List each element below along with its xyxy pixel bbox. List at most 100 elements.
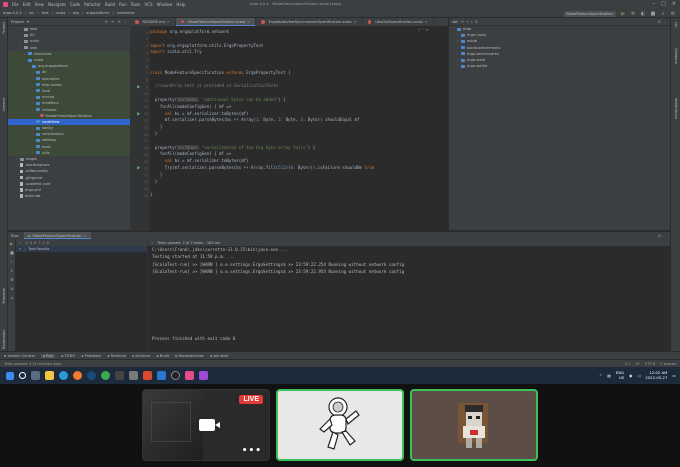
run-gutter-icon[interactable]: ▶ — [137, 85, 142, 90]
menu-item-code[interactable]: Code — [70, 2, 80, 7]
menu-item-tools[interactable]: Tools — [131, 2, 141, 7]
tool-window-button[interactable]: ▪ TODO — [61, 354, 75, 358]
tool-window-button[interactable]: ▪ Services — [132, 354, 151, 358]
volume-icon[interactable]: ◁ — [637, 373, 640, 378]
tree-item[interactable]: build.sbt — [8, 193, 130, 199]
expand-icon[interactable]: ⇲ — [10, 287, 14, 291]
panel-actions-icon[interactable]: ⚙ – — [657, 19, 667, 24]
office-icon[interactable] — [143, 371, 152, 380]
run-tab[interactable]: ◆ ModeFeatureSpecification × — [23, 232, 91, 239]
status-item[interactable]: UTF-8 — [645, 362, 655, 366]
notepad-icon[interactable] — [129, 371, 138, 380]
menu-item-window[interactable]: Window — [157, 2, 173, 7]
obs-icon[interactable] — [171, 371, 180, 380]
breadcrumb-item[interactable]: src — [29, 11, 34, 15]
commit-tool-tab[interactable]: Commit — [2, 98, 6, 111]
breadcrumb-item[interactable]: org — [73, 11, 79, 15]
sort-icon[interactable]: ↕ — [10, 269, 14, 273]
video-tile-screen[interactable]: LIVE ••• — [142, 389, 270, 461]
rerun-icon[interactable]: ▶ — [10, 242, 14, 246]
settings-icon[interactable]: ⚙ — [670, 11, 676, 17]
breadcrumb-item[interactable]: ergoplatform — [86, 11, 109, 15]
breadcrumb-item[interactable]: scala — [56, 11, 65, 15]
check-icon[interactable]: ✓ — [19, 240, 22, 245]
stop-icon[interactable]: ■ — [10, 251, 14, 255]
menu-item-vcs[interactable]: VCS — [145, 2, 153, 7]
tool-window-button[interactable]: ▪ sbt shell — [210, 354, 229, 358]
menu-item-build[interactable]: Build — [105, 2, 115, 7]
steam-icon[interactable] — [87, 371, 96, 380]
windows-start-icon[interactable] — [6, 371, 14, 380]
code-editor[interactable]: package org.ergoplatform.network import o… — [150, 26, 448, 231]
video-tile-robot[interactable] — [410, 389, 538, 461]
menu-item-run[interactable]: Run — [119, 2, 127, 7]
vscode-icon[interactable] — [157, 371, 166, 380]
notifications-tool-tab[interactable]: Notifications — [674, 98, 678, 119]
tool-window-button[interactable]: ▪ Problems — [81, 354, 101, 358]
breadcrumb-item[interactable]: nodeView — [117, 11, 135, 15]
wrench-icon[interactable]: ⚒ — [10, 278, 14, 282]
terminal-icon[interactable] — [115, 371, 124, 380]
filter-icon[interactable]: ✓ — [10, 260, 14, 264]
pin-icon[interactable]: ⊿ — [10, 296, 14, 300]
wifi-icon[interactable]: ◉ — [629, 373, 632, 378]
run-config-select[interactable]: ModeFeatureSpecification — [563, 10, 616, 17]
menu-item-navigate[interactable]: Navigate — [48, 2, 66, 7]
intellij-icon[interactable] — [185, 371, 194, 380]
bookmarks-tool-tab[interactable]: Bookmarks — [2, 330, 6, 349]
structure-tool-tab[interactable]: Structure — [2, 288, 6, 304]
menu-item-help[interactable]: Help — [176, 2, 185, 7]
network-icon[interactable]: ▤ — [607, 373, 611, 378]
tray-chevron-icon[interactable]: ^ — [599, 373, 602, 378]
refresh-icon[interactable]: ⟳ ＋ ⇣ ⚙ — [461, 19, 478, 25]
close-icon[interactable]: × — [247, 20, 250, 24]
tool-window-button[interactable]: ▪ Build — [156, 354, 168, 358]
coverage-icon[interactable]: ◐ — [640, 11, 646, 17]
tool-window-button[interactable]: ▪ Dependencies — [175, 354, 204, 358]
breadcrumb-item[interactable]: ergo-4.0.4 — [3, 11, 22, 15]
breadcrumb-item[interactable]: test — [42, 11, 49, 15]
close-icon[interactable]: × — [354, 20, 357, 24]
editor-inspection-icons[interactable]: ✓ ^ v — [418, 28, 428, 32]
minimize-icon[interactable]: – — [653, 1, 656, 7]
database-tool-tab[interactable]: Database — [674, 48, 678, 64]
more-options-icon[interactable]: ••• — [242, 446, 262, 456]
panel-actions-icon[interactable]: ⊕ ≡ ⚙ – — [105, 19, 127, 24]
language-indicator[interactable]: ENG US — [616, 370, 624, 380]
run-panel-actions-icon[interactable]: ⚙ – — [657, 233, 664, 238]
clock[interactable]: 12:02 AM 2022-05-27 — [645, 370, 667, 380]
chevron-down-icon[interactable]: ▾ — [27, 19, 29, 24]
video-tile-astronaut[interactable] — [276, 389, 404, 461]
app-icon[interactable] — [199, 371, 208, 380]
run-icon[interactable]: ▶ — [620, 11, 626, 17]
editor-tab[interactable]: ModeFeatureSpecification.scala × — [175, 18, 257, 26]
sbt-tool-tab[interactable]: sbt — [674, 22, 678, 27]
close-icon[interactable]: × — [84, 233, 87, 238]
file-explorer-icon[interactable] — [45, 371, 54, 380]
menu-item-file[interactable]: File — [12, 2, 19, 7]
debug-icon[interactable]: ✱ — [630, 11, 636, 17]
test-results-row[interactable]: ▾ ✓ Test Results — [16, 246, 147, 252]
edge-icon[interactable] — [59, 371, 68, 380]
stop-icon[interactable]: ■ — [650, 11, 656, 17]
maximize-icon[interactable]: □ — [661, 1, 666, 7]
status-item[interactable]: 2 spaces — [660, 362, 676, 366]
run-gutter-icon[interactable]: ▶ — [137, 112, 142, 117]
close-icon[interactable]: × — [672, 1, 676, 7]
tool-window-button[interactable]: ▪ Terminal — [107, 354, 126, 358]
toolbar-icons[interactable]: ⊘ ⇅ ⇵ ↑ ↓ ⚙ — [25, 241, 49, 245]
editor-tab[interactable]: UtxoSetSpecification.scala × — [363, 18, 434, 26]
close-icon[interactable]: × — [167, 20, 170, 24]
status-item[interactable]: LF — [636, 362, 640, 366]
project-tool-tab[interactable]: Project — [2, 22, 6, 34]
tool-window-button[interactable]: ▪ Run — [40, 353, 56, 358]
menu-item-refactor[interactable]: Refactor — [84, 2, 101, 7]
search-icon[interactable] — [19, 372, 26, 379]
task-view-icon[interactable] — [31, 371, 40, 380]
notification-icon[interactable]: ▭ — [672, 373, 676, 378]
console[interactable]: ✓ Tests passed: 2 of 2 tests – 183 ms C:… — [148, 239, 670, 351]
menu-item-view[interactable]: View — [34, 2, 44, 7]
status-item[interactable]: 1:1 — [625, 362, 631, 366]
chrome-icon[interactable] — [101, 371, 110, 380]
tool-window-button[interactable]: ▪ Version Control — [4, 354, 35, 358]
